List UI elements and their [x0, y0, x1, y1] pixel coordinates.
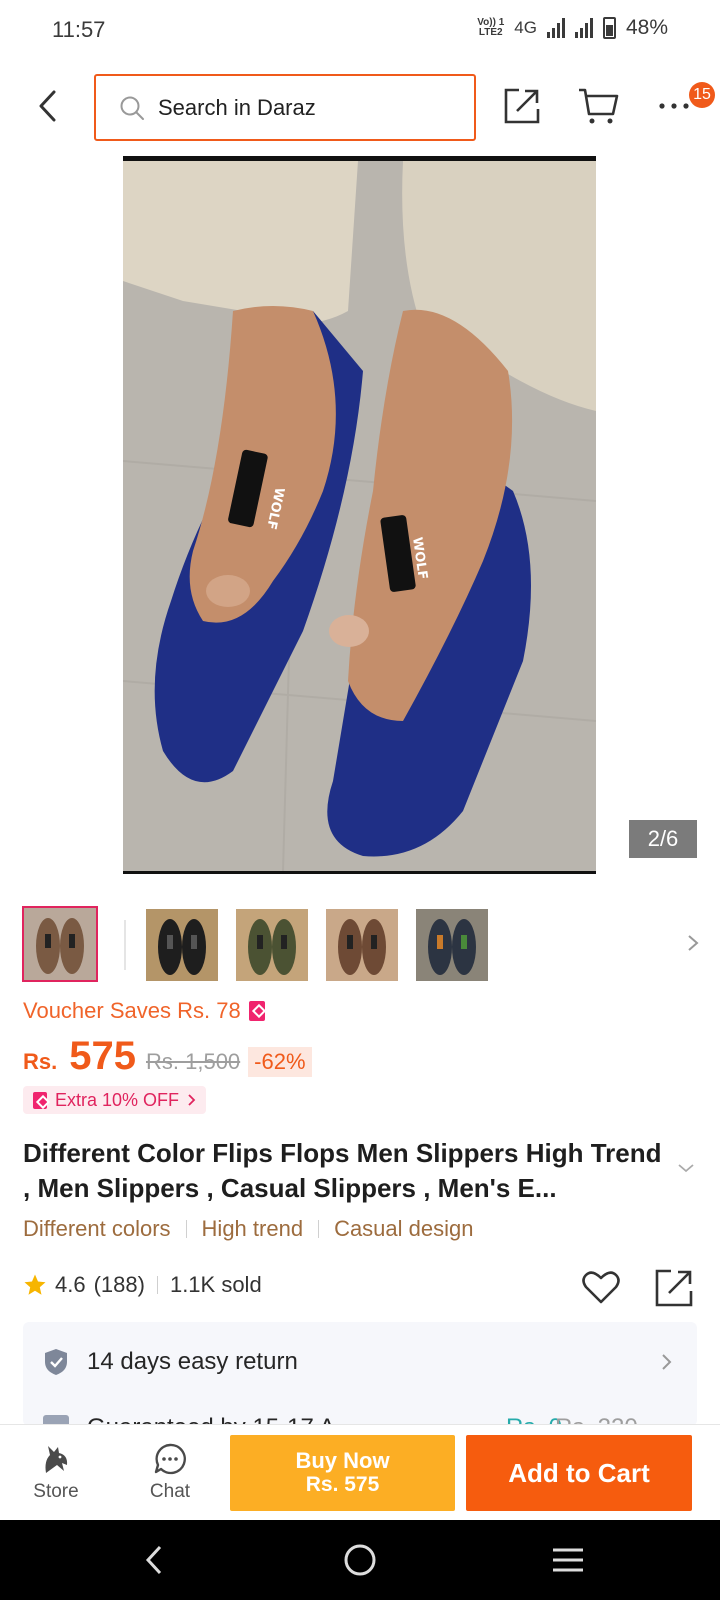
price-currency: Rs. [23, 1049, 58, 1074]
buy-now-price: Rs. 575 [305, 1473, 380, 1496]
discount-badge: -62% [248, 1047, 312, 1077]
tag-divider [185, 1220, 187, 1238]
product-main-image[interactable]: WOLF WOLF [123, 156, 596, 874]
chat-icon [154, 1443, 186, 1475]
battery-icon [602, 17, 616, 39]
tag-divider [318, 1220, 320, 1238]
buy-now-button[interactable]: Buy Now Rs. 575 [230, 1435, 455, 1511]
store-button[interactable]: Store [6, 1425, 106, 1521]
status-time: 11:57 [52, 17, 106, 42]
buy-now-label: Buy Now [295, 1448, 390, 1473]
thumbnail-2[interactable] [146, 909, 218, 981]
thumbnail-strip [22, 906, 720, 982]
more-dots-icon [659, 103, 689, 109]
thumbnail-image [326, 909, 398, 981]
system-navigation-bar [0, 1520, 720, 1600]
bottom-action-bar: Store Chat Buy Now Rs. 575 Add to Cart [0, 1424, 720, 1520]
home-circle-icon [344, 1544, 376, 1576]
back-button[interactable] [30, 88, 66, 124]
sold-count: 1.1K sold [169, 1272, 262, 1297]
voucher-info[interactable]: Voucher Saves Rs. 78 [23, 998, 265, 1024]
thumbnail-3[interactable] [236, 909, 308, 981]
tag-item: High trend [201, 1216, 304, 1241]
easy-return-label: 14 days easy return [87, 1348, 298, 1375]
heart-icon [582, 1271, 620, 1304]
add-to-cart-button[interactable]: Add to Cart [466, 1435, 692, 1511]
share-product-button[interactable] [652, 1266, 696, 1310]
search-icon [120, 96, 144, 120]
rating-divider [156, 1276, 158, 1294]
volte-indicator: Vo)) 1 LTE2 [477, 17, 505, 38]
system-recents-button[interactable] [548, 1540, 588, 1580]
share-header-button[interactable] [500, 84, 544, 128]
chat-label: Chat [149, 1481, 191, 1502]
add-to-cart-label: Add to Cart [508, 1457, 650, 1488]
voucher-ticket-icon [33, 1091, 47, 1109]
voucher-ticket-icon [248, 1001, 265, 1021]
wishlist-button[interactable] [580, 1266, 622, 1308]
share-icon [504, 88, 540, 124]
network-type: 4G [514, 18, 537, 37]
expand-title-button[interactable] [674, 1156, 698, 1180]
recents-menu-icon [553, 1548, 583, 1572]
product-tags: Different colors High trend Casual desig… [23, 1216, 474, 1242]
tag-item: Different colors [23, 1216, 171, 1241]
extra-off-text: Extra 10% OFF [55, 1089, 180, 1110]
thumbnail-image [416, 909, 488, 981]
chevron-left-icon [39, 90, 56, 122]
search-input[interactable]: Search in Daraz [94, 74, 476, 141]
thumbnail-4[interactable] [326, 909, 398, 981]
service-info-card: 14 days easy return Guaranteed by 15-17 … [23, 1322, 697, 1426]
voucher-text: Voucher Saves Rs. 78 [23, 998, 241, 1023]
signal-icon-2 [574, 18, 593, 38]
original-price: Rs. 1,500 [146, 1049, 241, 1074]
price-row: Rs. 575 Rs. 1,500 -62% [23, 1034, 312, 1079]
notification-badge: 15 [689, 82, 715, 108]
top-header: Search in Daraz [0, 62, 720, 152]
chevron-down-icon [678, 1164, 694, 1173]
thumbnail-next-button[interactable] [678, 928, 708, 958]
image-counter: 2/6 [629, 820, 697, 858]
store-wolf-icon [45, 1446, 68, 1473]
system-home-button[interactable] [340, 1540, 380, 1580]
chevron-right-icon [188, 1094, 196, 1106]
chevron-right-icon [662, 1354, 672, 1370]
thumbnail-image [146, 909, 218, 981]
chevron-right-icon [688, 935, 699, 951]
extra-off-promo[interactable]: Extra 10% OFF [23, 1086, 207, 1114]
thumbnail-5[interactable] [416, 909, 488, 981]
cart-button[interactable] [576, 84, 620, 128]
back-arrow-icon [145, 1545, 162, 1575]
review-count: (188) [93, 1272, 145, 1297]
signal-icon [546, 18, 565, 38]
thumbnail-divider [124, 920, 126, 970]
thumbnail-image [236, 909, 308, 981]
current-price: 575 [69, 1034, 136, 1078]
store-label: Store [33, 1481, 79, 1502]
status-bar: 11:57 Vo)) 1 LTE2 4G 48% [0, 0, 720, 62]
rating-row[interactable]: 4.6 (188) 1.1K sold [23, 1272, 262, 1298]
system-back-button[interactable] [134, 1540, 174, 1580]
battery-level: 48% [625, 16, 668, 39]
rating-value: 4.6 [55, 1272, 86, 1297]
thumbnail-image [24, 908, 96, 980]
cart-icon [579, 88, 619, 124]
product-photo-flip-flops: WOLF WOLF [123, 161, 596, 871]
product-title: Different Color Flips Flops Men Slippers… [23, 1138, 662, 1203]
share-icon [655, 1269, 693, 1307]
search-placeholder: Search in Daraz [158, 94, 316, 120]
easy-return-row[interactable]: 14 days easy return [23, 1340, 697, 1384]
star-icon [24, 1274, 46, 1295]
tag-item: Casual design [334, 1216, 474, 1241]
status-indicators: Vo)) 1 LTE2 4G 48% [477, 16, 668, 40]
thumbnail-1[interactable] [22, 906, 98, 982]
shield-check-icon [45, 1349, 67, 1375]
chat-button[interactable]: Chat [120, 1425, 220, 1521]
